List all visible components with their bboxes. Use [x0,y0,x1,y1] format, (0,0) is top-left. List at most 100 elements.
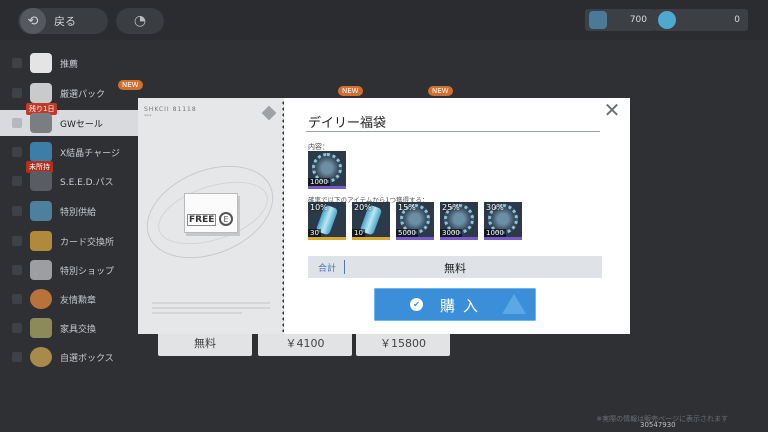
close-icon: ✕ [603,98,621,122]
item-tile-coin[interactable]: 25% 3000 [440,202,478,240]
item-tile-coin[interactable]: 30% 1000 [484,202,522,240]
home-icon: ◔ [133,13,147,29]
box-logo: E [219,212,233,226]
box-free-label: FREE [187,214,217,226]
item-probability: 30% [486,203,504,212]
currency-bottle[interactable]: 700 [585,9,655,31]
item-tile-bottle[interactable]: 20% 10 [352,202,390,240]
cube-icon [261,105,277,121]
dialog-left-panel: SHKCII 81118 *** FREE E [133,98,287,334]
new-badge: NEW [338,86,363,96]
currency-bottle-value: 700 [629,15,647,25]
check-icon: ✔ [410,298,423,311]
user-id: 30547930 [640,421,676,429]
sidebar-item-special-supply[interactable]: 特別供給 [0,198,150,224]
sidebar-item-label: X結晶チャージ [60,148,120,159]
back-button[interactable]: ⟲ 戻る [18,8,108,34]
card-icon [30,231,52,251]
sidebar-item-furniture-exchange[interactable]: 家具交換 [0,315,150,341]
sidebar-item-select-box[interactable]: 自選ボックス [0,344,150,370]
shop-icon [30,260,52,280]
box-icon [30,347,52,367]
buy-label: 購入 [440,297,487,315]
currency-crystal-value: 0 [734,15,740,25]
sidebar-checkbox [12,236,22,246]
cat-icon [30,53,52,73]
sale-icon [30,113,52,133]
sidebar-checkbox [12,352,22,362]
new-badge: NEW [428,86,453,96]
sidebar-item-label: 推薦 [60,59,79,70]
sidebar-item-seed-pass[interactable]: 未所持 S.E.E.D.パス [0,161,150,194]
sidebar-item-label: 友情勲章 [60,295,97,306]
top-bar: ⟲ 戻る ◔ 700 0 [0,0,768,40]
title-divider [306,131,600,132]
back-arrow-icon: ⟲ [20,8,46,34]
decor-line [152,302,270,304]
close-button[interactable]: ✕ [602,98,622,122]
item-tile-coin[interactable]: 1000 [308,151,346,189]
sidebar-item-label: カード交換所 [60,237,115,248]
bottle-icon [30,201,52,221]
pass-icon [30,171,52,191]
sidebar-checkbox [12,176,22,186]
sidebar-item-label: 家具交換 [60,324,97,335]
item-probability: 20% [354,203,372,212]
sidebar-checkbox [12,294,22,304]
dialog-right-panel: デイリー福袋 ✕ 内容： 1000 確率で以下のアイテムから1つ獲得する： 10… [284,98,630,334]
sidebar-item-special-shop[interactable]: 特別ショップ [0,257,150,283]
sidebar-checkbox [12,118,22,128]
sidebar-item-label: 自選ボックス [60,353,114,364]
furniture-icon [30,318,52,338]
crystal-icon [30,142,52,162]
sidebar-checkbox [12,147,22,157]
triangle-decor-icon [502,294,526,314]
medal-icon [30,289,52,309]
home-button[interactable]: ◔ [116,8,164,34]
item-tile-coin[interactable]: 15% 5000 [396,202,434,240]
back-label: 戻る [54,15,76,28]
sidebar-checkbox [12,265,22,275]
sidebar-item-label: 特別供給 [60,207,97,218]
price-label: 無料 [194,337,216,350]
item-probability: 25% [442,203,460,212]
sidebar-item-friendship-medal[interactable]: 友情勲章 [0,286,150,312]
item-tile-bottle[interactable]: 10% 30 [308,202,346,240]
item-quantity: 1000 [484,229,506,237]
daily-bag-dialog: SHKCII 81118 *** FREE E デイリー福袋 ✕ 内容： 100… [133,98,630,334]
sidebar-item-recommend[interactable]: 推薦 [0,50,150,76]
sidebar-item-gw-sale[interactable]: 残り1日 GWセール [0,103,150,136]
price-label: ￥4100 [285,337,325,350]
pack-icon [30,83,52,103]
total-value: 無料 [444,262,466,275]
sidebar-checkbox [12,58,22,68]
sidebar-item-card-exchange[interactable]: カード交換所 [0,228,150,254]
free-box-illustration: FREE E [184,193,238,233]
decor-line [152,307,270,309]
dialog-title: デイリー福袋 [308,116,387,131]
total-bar: 合計 無料 [308,256,602,278]
sidebar-item-crystal-charge[interactable]: X結晶チャージ [0,139,150,165]
crystal-currency-icon [658,11,676,29]
sidebar-item-label: S.E.E.D.パス [60,177,114,188]
item-quantity: 10 [352,229,365,237]
item-quantity: 3000 [440,229,462,237]
new-badge: NEW [118,80,143,90]
currency-crystal[interactable]: 0 [654,9,748,31]
price-label: ￥15800 [380,337,426,350]
serial-code: SHKCII 81118 [144,106,197,113]
sidebar-item-pack[interactable]: 厳選パック NEW [0,80,150,106]
decor-line [152,312,242,314]
sidebar-checkbox [12,206,22,216]
sidebar-item-label: 特別ショップ [60,266,115,277]
item-quantity: 5000 [396,229,418,237]
buy-button[interactable]: ✔ 購入 [374,288,536,321]
item-probability: 10% [310,203,328,212]
sidebar-item-label: GWセール [60,119,103,130]
sidebar-checkbox [12,323,22,333]
sidebar-item-label: 厳選パック [60,89,106,100]
bottle-currency-icon [589,11,607,29]
serial-sub: *** [144,114,152,120]
sidebar-checkbox [12,88,22,98]
item-probability: 15% [398,203,416,212]
